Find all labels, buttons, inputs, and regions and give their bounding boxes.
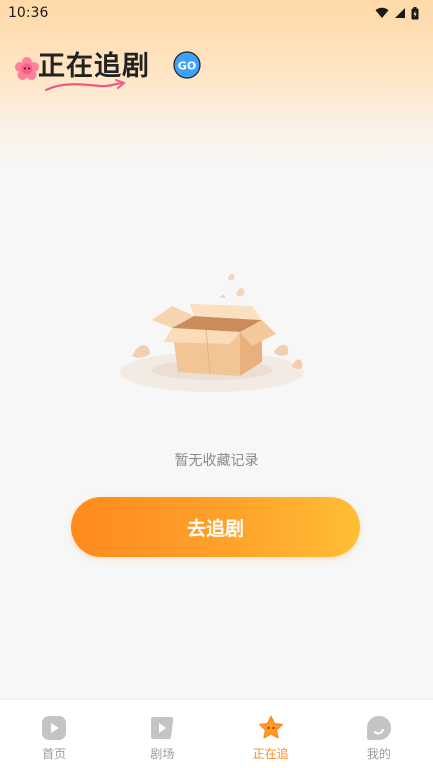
star-icon: [258, 715, 283, 739]
tab-theater[interactable]: 剧场: [108, 700, 216, 768]
status-icons: [375, 6, 419, 20]
tab-theater-label: 剧场: [150, 747, 175, 761]
signal-icon: [395, 8, 405, 18]
title-underline-decoration: [44, 79, 126, 92]
go-watch-button[interactable]: 去追剧: [71, 497, 360, 557]
status-bar: 10:36: [0, 0, 433, 26]
wifi-icon: [375, 7, 389, 19]
tab-home[interactable]: 首页: [0, 700, 108, 768]
go-badge-label: GO: [178, 60, 196, 73]
play-icon: [42, 716, 67, 740]
tab-home-label: 首页: [42, 747, 67, 761]
tab-following-label: 正在追: [252, 747, 289, 761]
empty-state-message: 暂无收藏记录: [174, 453, 259, 469]
tab-following[interactable]: 正在追: [217, 700, 325, 768]
empty-box-illustration: [120, 273, 304, 392]
tab-profile[interactable]: 我的: [325, 700, 433, 768]
theater-icon: [151, 717, 174, 740]
flower-icon: [15, 57, 39, 80]
page-title-group: 正在追剧 GO: [14, 44, 214, 99]
profile-icon: [366, 716, 391, 740]
tab-profile-label: 我的: [366, 747, 391, 761]
battery-icon: [411, 6, 419, 19]
bottom-tab-bar: 首页 剧场 正在追 我的: [0, 699, 433, 768]
go-badge-icon: GO: [173, 51, 201, 79]
status-time: 10:36: [8, 5, 49, 21]
